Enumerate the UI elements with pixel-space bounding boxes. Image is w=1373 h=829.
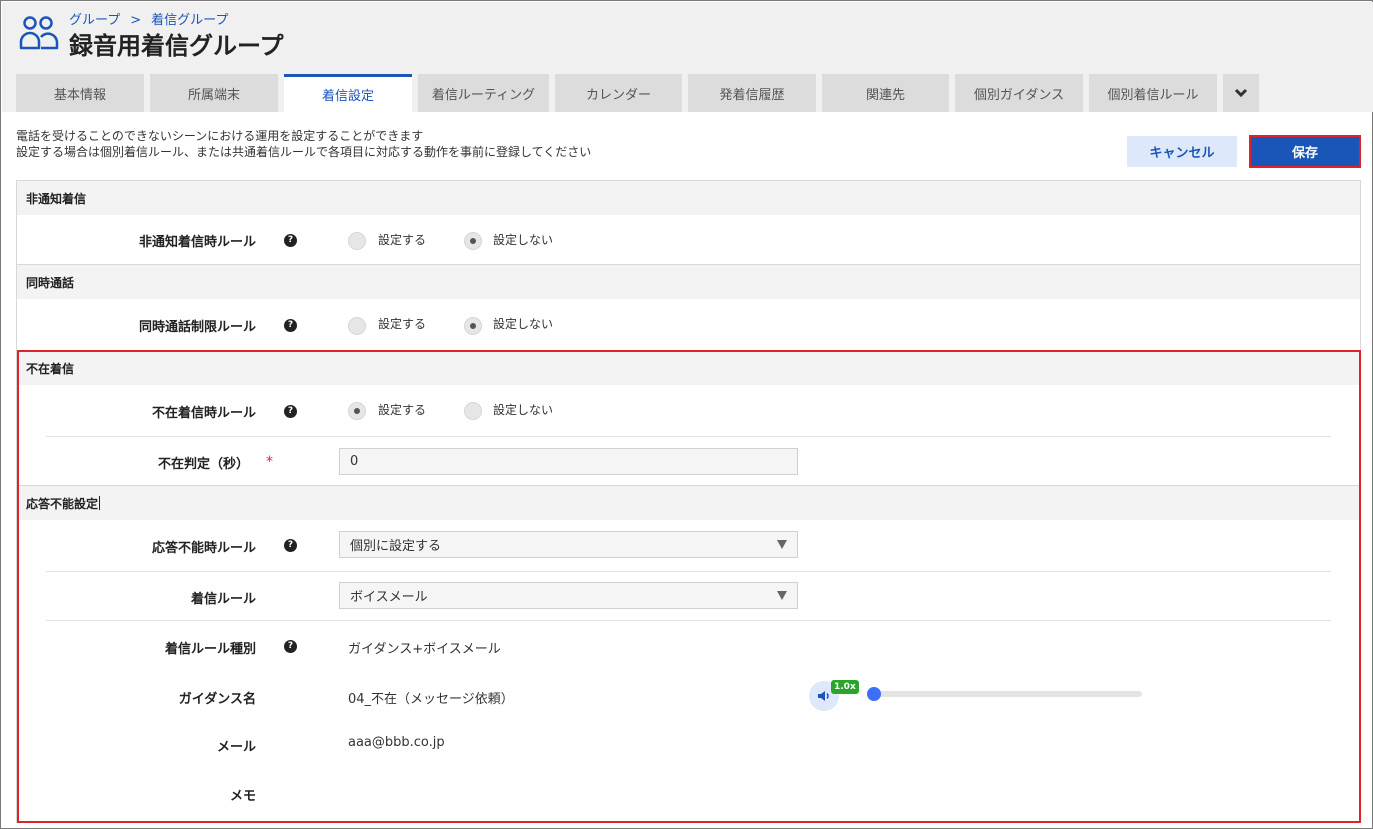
guidance-name-value: 04_不在（メッセージ依頼） (348, 692, 514, 707)
dropdown-arrow-icon (777, 591, 787, 600)
tab-devices[interactable]: 所属端末 (150, 74, 278, 112)
concurrent-off-label: 設定しない (493, 317, 554, 331)
section-anonymous-header: 非通知着信 (17, 181, 1360, 215)
group-icon (19, 16, 59, 50)
row-divider (46, 436, 1331, 437)
anonymous-rule-label: 非通知着信時ルール (138, 235, 256, 250)
tab-basic-info[interactable]: 基本情報 (16, 74, 144, 112)
help-icon[interactable]: ? (284, 539, 297, 552)
description-line-1: 電話を受けることのできないシーンにおける運用を設定することができます (16, 129, 424, 143)
absent-off-radio[interactable] (464, 402, 482, 420)
row-divider (46, 571, 1331, 572)
row-divider (46, 620, 1331, 621)
tab-call-history[interactable]: 発着信履歴 (688, 74, 816, 112)
dropdown-arrow-icon (777, 540, 787, 549)
guidance-name-label: ガイダンス名 (178, 692, 256, 707)
anonymous-on-radio[interactable] (348, 232, 366, 250)
memo-label: メモ (229, 789, 256, 804)
absent-on-radio[interactable] (348, 402, 366, 420)
mail-label: メール (216, 740, 256, 755)
required-mark: * (266, 454, 273, 470)
concurrent-off-radio[interactable] (464, 317, 482, 335)
concurrent-on-radio[interactable] (348, 317, 366, 335)
absent-off-label: 設定しない (493, 403, 554, 417)
unanswerable-rule-label: 応答不能時ルール (151, 541, 256, 556)
absent-timeout-label: 不在判定（秒） (157, 457, 249, 472)
anonymous-on-label: 設定する (378, 233, 427, 247)
absent-rule-label: 不在着信時ルール (151, 406, 256, 421)
anonymous-off-radio[interactable] (464, 232, 482, 250)
unanswerable-rule-select[interactable]: 個別に設定する (339, 531, 798, 558)
incoming-rule-value: ボイスメール (350, 590, 428, 605)
mail-value: aaa@bbb.co.jp (348, 735, 445, 750)
section-unanswerable-title: 応答不能設定 (26, 496, 99, 511)
section-concurrent-header: 同時通話 (17, 265, 1360, 299)
concurrent-on-label: 設定する (378, 317, 427, 331)
cancel-button[interactable]: キャンセル (1127, 136, 1237, 167)
tab-incoming-routing[interactable]: 着信ルーティング (418, 74, 549, 112)
tab-more-button[interactable] (1223, 74, 1259, 112)
absent-timeout-input[interactable]: 0 (339, 448, 798, 475)
text-cursor (99, 496, 101, 510)
tab-individual-rules[interactable]: 個別着信ルール (1089, 74, 1217, 112)
unanswerable-rule-value: 個別に設定する (350, 539, 442, 554)
rule-type-value: ガイダンス+ボイスメール (348, 642, 501, 657)
speaker-icon (818, 691, 829, 701)
help-icon[interactable]: ? (284, 319, 297, 332)
concurrent-rule-label: 同時通話制限ルール (138, 320, 256, 335)
incoming-rule-label: 着信ルール (190, 592, 256, 607)
save-button[interactable]: 保存 (1249, 135, 1361, 168)
absent-on-label: 設定する (378, 403, 427, 417)
incoming-rule-select[interactable]: ボイスメール (339, 582, 798, 609)
page-description: 電話を受けることのできないシーンにおける運用を設定することができます 設定する場… (16, 128, 591, 160)
page-title: 録音用着信グループ (69, 32, 284, 60)
tab-related[interactable]: 関連先 (822, 74, 949, 112)
playback-speed-badge[interactable]: 1.0x (831, 680, 859, 694)
help-icon[interactable]: ? (284, 640, 297, 653)
anonymous-off-label: 設定しない (493, 233, 554, 247)
description-line-2: 設定する場合は個別着信ルール、または共通着信ルールで各項目に対応する動作を事前に… (16, 145, 592, 159)
tab-incoming-settings[interactable]: 着信設定 (284, 74, 412, 112)
playback-slider-handle[interactable] (867, 687, 881, 701)
tab-calendar[interactable]: カレンダー (555, 74, 682, 112)
tab-individual-guidance[interactable]: 個別ガイダンス (955, 74, 1083, 112)
playback-track[interactable] (874, 691, 1142, 697)
section-absent-header: 不在着信 (17, 351, 1360, 385)
section-unanswerable-header: 応答不能設定 (17, 486, 1360, 520)
help-icon[interactable]: ? (284, 405, 297, 418)
app-window: グループ > 着信グループ 録音用着信グループ 基本情報 所属端末 着信設定 着信ル… (0, 0, 1373, 829)
help-icon[interactable]: ? (284, 234, 297, 247)
rule-type-label: 着信ルール種別 (164, 642, 256, 657)
chevron-down-icon (1234, 88, 1248, 98)
